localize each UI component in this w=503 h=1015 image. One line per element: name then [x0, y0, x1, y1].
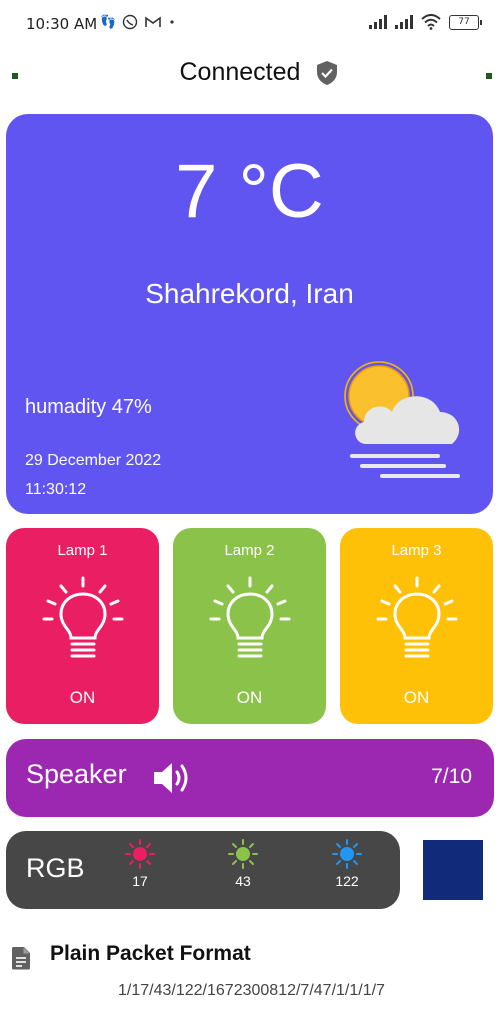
speaker-volume: 7/10: [431, 765, 472, 788]
speaker-control[interactable]: Speaker 7/10: [6, 739, 494, 817]
notification-icons: 👣: [100, 14, 176, 30]
lamp-1-tile[interactable]: Lamp 1 ON: [6, 528, 159, 724]
gmail-icon: [145, 16, 161, 27]
green-light-icon: [228, 839, 258, 869]
speaker-label: Speaker: [26, 759, 127, 789]
packet-title: Plain Packet Format: [50, 942, 251, 965]
volume-icon: [154, 763, 188, 793]
red-channel[interactable]: 17: [110, 839, 170, 889]
footsteps-icon: 👣: [100, 14, 117, 30]
green-channel[interactable]: 43: [213, 839, 273, 889]
phone-icon: [122, 14, 138, 30]
signal-icon: [395, 15, 413, 29]
system-icons: 77: [369, 14, 482, 30]
lamp-state: ON: [69, 688, 96, 707]
weather-card: 7 °C Shahrekord, Iran humadity 47% 29 De…: [6, 114, 493, 514]
blue-light-icon: [332, 839, 362, 869]
lamp-label: Lamp 3: [391, 542, 442, 559]
lightbulb-icon: [42, 576, 124, 658]
lamp-2-tile[interactable]: Lamp 2 ON: [173, 528, 326, 724]
blue-value: 122: [335, 873, 359, 889]
temperature: 7 °C: [175, 149, 324, 234]
lightbulb-icon: [209, 576, 291, 658]
humidity: humadity 47%: [25, 396, 152, 418]
wifi-icon: [421, 14, 441, 30]
shield-check-icon: [316, 60, 337, 85]
connection-header: Connected: [0, 58, 503, 98]
blue-channel[interactable]: 122: [317, 839, 377, 889]
red-value: 17: [132, 873, 148, 889]
document-icon: [11, 947, 30, 970]
lamp-3-tile[interactable]: Lamp 3 ON: [340, 528, 493, 724]
lamp-state: ON: [236, 688, 263, 707]
lamp-label: Lamp 2: [224, 542, 275, 559]
signal-icon: [369, 15, 387, 29]
lamp-state: ON: [403, 688, 430, 707]
rgb-color-swatch: [423, 840, 483, 900]
time: 11:30:12: [25, 481, 87, 498]
status-bar: 10:30 AM 👣 77: [0, 0, 503, 50]
sun-cloud-fog-icon: [344, 361, 460, 478]
green-value: 43: [235, 873, 251, 889]
packet-value: 1/17/43/122/1672300812/7/47/1/1/1/7: [118, 982, 385, 999]
rgb-label: RGB: [26, 853, 85, 883]
location: Shahrekord, Iran: [145, 278, 354, 309]
lamp-label: Lamp 1: [57, 542, 108, 559]
date: 29 December 2022: [25, 452, 162, 469]
battery-icon: 77: [449, 14, 482, 30]
rgb-control[interactable]: RGB 17 43 122: [6, 831, 400, 909]
red-light-icon: [125, 839, 155, 869]
lightbulb-icon: [376, 576, 458, 658]
connection-status: Connected: [179, 58, 301, 86]
dot-icon: [170, 20, 174, 24]
status-time: 10:30 AM: [26, 15, 98, 33]
